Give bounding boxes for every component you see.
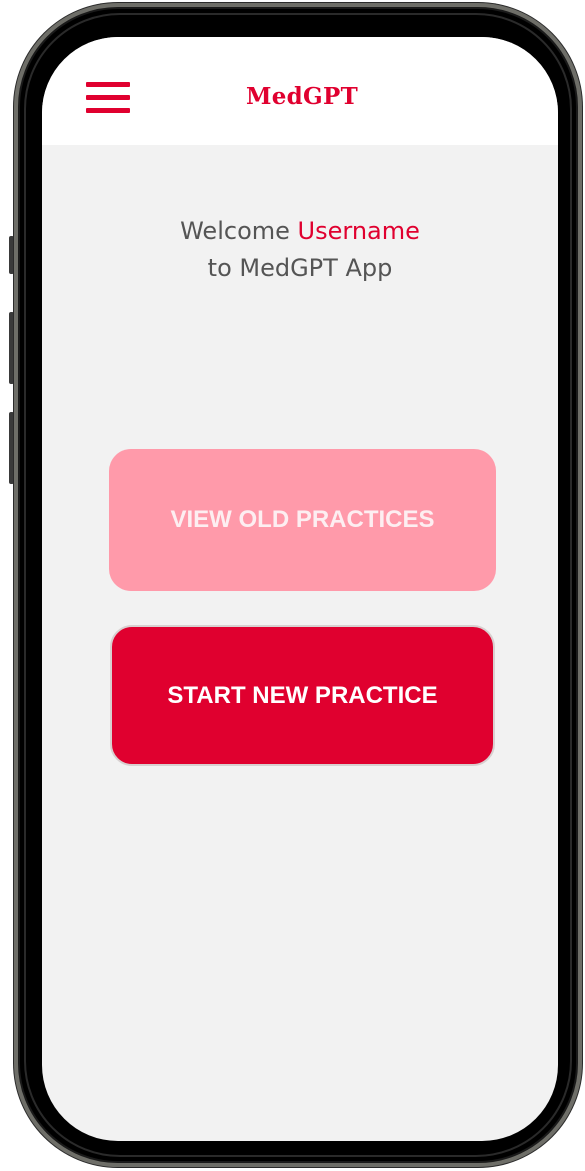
welcome-message: Welcome Username to MedGPT App [42, 213, 558, 287]
view-old-practices-label: VIEW OLD PRACTICES [170, 506, 435, 533]
username: Username [297, 217, 420, 245]
phone-frame: MedGPT Welcome Username to MedGPT App VI… [14, 3, 582, 1167]
app-title: MedGPT [245, 83, 359, 110]
menu-bar [86, 95, 130, 100]
welcome-line-1: Welcome Username [42, 213, 558, 250]
start-new-practice-button[interactable]: START NEW PRACTICE [110, 625, 495, 766]
start-new-practice-label: START NEW PRACTICE [167, 681, 438, 709]
device-mockup: MedGPT Welcome Username to MedGPT App VI… [0, 0, 585, 1171]
app-screen: MedGPT Welcome Username to MedGPT App VI… [42, 37, 558, 1141]
view-old-practices-button[interactable]: VIEW OLD PRACTICES [109, 449, 496, 591]
hamburger-menu-icon[interactable] [86, 82, 130, 118]
menu-bar [86, 82, 130, 87]
app-header: MedGPT [42, 37, 558, 145]
welcome-prefix: Welcome [180, 217, 298, 245]
menu-bar [86, 108, 130, 113]
welcome-line-2: to MedGPT App [207, 254, 393, 282]
